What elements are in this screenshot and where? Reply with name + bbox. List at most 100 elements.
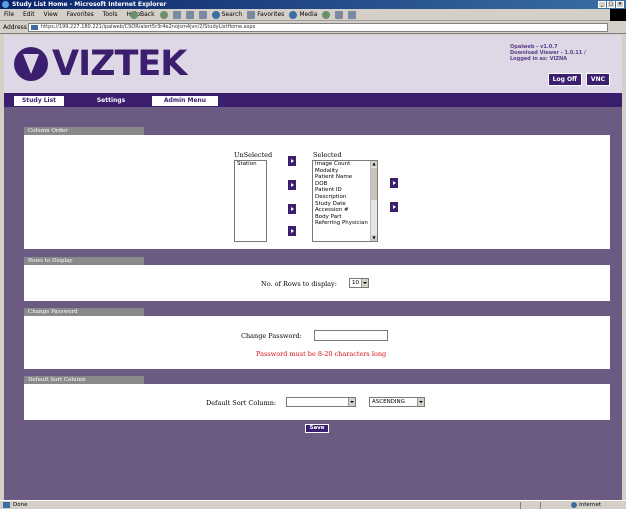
stop-icon xyxy=(172,11,181,19)
change-password-label: Change Password: xyxy=(241,332,302,340)
scroll-up-icon[interactable]: ▲ xyxy=(371,161,377,167)
unselected-label: UnSelected xyxy=(234,151,273,159)
move-left-button[interactable] xyxy=(288,204,296,214)
tab-settings[interactable]: Settings xyxy=(86,96,136,106)
status-text: Done xyxy=(13,502,28,508)
move-down-button[interactable] xyxy=(390,202,398,212)
minimize-button[interactable]: _ xyxy=(598,1,606,8)
tab-admin-menu[interactable]: Admin Menu xyxy=(152,96,218,106)
list-item[interactable]: Accession # xyxy=(315,207,377,214)
media-button[interactable]: Media xyxy=(289,10,317,20)
history-icon xyxy=(322,11,331,19)
window-titlebar: Study List Home - Microsoft Internet Exp… xyxy=(0,0,626,9)
address-label: Address xyxy=(3,24,27,31)
window-title: Study List Home - Microsoft Internet Exp… xyxy=(12,1,167,8)
nav-bar: Study List Settings Admin Menu xyxy=(4,93,622,107)
security-zone: Internet xyxy=(571,501,601,509)
version-info: Opalweb - v1.0.7 Download Viewer - 1.0.1… xyxy=(510,44,610,62)
move-left-all-button[interactable] xyxy=(288,226,296,236)
back-button[interactable]: Back xyxy=(130,10,155,20)
chevron-down-icon xyxy=(417,398,424,406)
list-item[interactable]: Station xyxy=(237,161,266,168)
chevron-down-icon xyxy=(348,398,355,406)
page-content: VIZTEK Opalweb - v1.0.7 Download Viewer … xyxy=(4,35,622,500)
scroll-thumb[interactable] xyxy=(371,168,377,200)
favorites-button[interactable]: Favorites xyxy=(247,10,284,20)
section-title-change-password: Change Password xyxy=(24,308,144,316)
change-password-panel: Change Password: Password must be 8-20 c… xyxy=(24,316,610,369)
selected-columns-list[interactable]: Image Count Modality Patient Name DOB Pa… xyxy=(312,160,378,242)
column-order-panel: UnSelected Selected Station Image Count … xyxy=(24,135,610,249)
close-button[interactable]: × xyxy=(616,1,624,8)
vnc-button[interactable]: VNC xyxy=(585,73,610,86)
selected-list-scrollbar[interactable]: ▲ ▼ xyxy=(370,161,377,241)
address-value: https://199.227.180.221/ipalweb/CSOR/ale… xyxy=(41,24,256,30)
default-sort-panel: Default Sort Column: ASCENDING xyxy=(24,384,610,420)
list-item[interactable]: DOB xyxy=(315,181,377,188)
list-item[interactable]: Description xyxy=(315,194,377,201)
rows-to-display-panel: No. of Rows to display: 10 xyxy=(24,265,610,301)
list-item[interactable]: Body Part xyxy=(315,214,377,221)
maximize-button[interactable]: □ xyxy=(607,1,615,8)
stop-button[interactable] xyxy=(172,10,181,20)
refresh-button[interactable] xyxy=(185,10,194,20)
unselected-columns-list[interactable]: Station xyxy=(234,160,267,242)
header: VIZTEK Opalweb - v1.0.7 Download Viewer … xyxy=(4,35,622,93)
search-button[interactable]: Search xyxy=(211,10,242,20)
list-item[interactable]: Study Date xyxy=(315,201,377,208)
tab-study-list[interactable]: Study List xyxy=(14,96,64,106)
password-length-hint: Password must be 8-20 characters long xyxy=(256,350,387,358)
home-button[interactable] xyxy=(198,10,207,20)
status-bar: Done Internet xyxy=(0,500,626,509)
print-button[interactable] xyxy=(348,10,357,20)
save-button[interactable]: Save xyxy=(305,424,329,433)
menu-edit[interactable]: Edit xyxy=(23,11,35,18)
mail-icon xyxy=(335,11,344,19)
menu-view[interactable]: View xyxy=(44,11,58,18)
scroll-down-icon[interactable]: ▼ xyxy=(371,235,377,241)
sort-order-select[interactable]: ASCENDING xyxy=(369,397,425,407)
zone-label: Internet xyxy=(579,502,601,508)
sort-order-value: ASCENDING xyxy=(372,399,405,405)
list-item[interactable]: Image Count xyxy=(315,161,377,168)
back-arrow-icon xyxy=(130,11,138,19)
section-title-rows-to-display: Rows to Display xyxy=(24,257,144,265)
sort-column-select[interactable] xyxy=(286,397,356,407)
list-item[interactable]: Patient ID xyxy=(315,187,377,194)
rows-to-display-value: 10 xyxy=(352,280,359,286)
move-up-button[interactable] xyxy=(390,178,398,188)
media-icon xyxy=(289,11,298,19)
internet-globe-icon xyxy=(571,502,578,508)
default-sort-label: Default Sort Column: xyxy=(206,399,277,407)
move-right-button[interactable] xyxy=(288,156,296,166)
brand-name: VIZTEK xyxy=(52,44,187,84)
ie-icon xyxy=(2,1,9,8)
search-icon xyxy=(211,11,220,19)
print-icon xyxy=(348,11,357,19)
status-divider xyxy=(520,502,521,509)
forward-arrow-icon xyxy=(159,11,168,19)
logged-in-line: Logged in as: VIZNA xyxy=(510,56,568,62)
log-off-button[interactable]: Log Off xyxy=(547,73,582,86)
menu-file[interactable]: File xyxy=(4,11,14,18)
list-item[interactable]: Patient Name xyxy=(315,174,377,181)
forward-button[interactable] xyxy=(159,10,168,20)
address-input[interactable]: https://199.227.180.221/ipalweb/CSOR/ale… xyxy=(28,23,608,32)
section-title-default-sort: Default Sort Column xyxy=(24,376,144,384)
section-title-column-order: Column Order xyxy=(24,127,144,135)
history-button[interactable] xyxy=(322,10,331,20)
menu-favorites[interactable]: Favorites xyxy=(67,11,94,18)
address-bar: Address https://199.227.180.221/ipalweb/… xyxy=(0,21,626,34)
menu-tools[interactable]: Tools xyxy=(103,11,118,18)
move-right-all-button[interactable] xyxy=(288,180,296,190)
page-icon xyxy=(31,25,38,30)
password-input[interactable] xyxy=(314,330,388,341)
viztek-v-icon xyxy=(14,47,48,81)
list-item[interactable]: Referring Physician xyxy=(315,220,377,227)
selected-label: Selected xyxy=(313,151,342,159)
rows-to-display-label: No. of Rows to display: xyxy=(261,280,337,288)
rows-to-display-select[interactable]: 10 xyxy=(349,278,369,288)
list-item[interactable]: Modality xyxy=(315,168,377,175)
chevron-down-icon xyxy=(361,279,368,287)
mail-button[interactable] xyxy=(335,10,344,20)
